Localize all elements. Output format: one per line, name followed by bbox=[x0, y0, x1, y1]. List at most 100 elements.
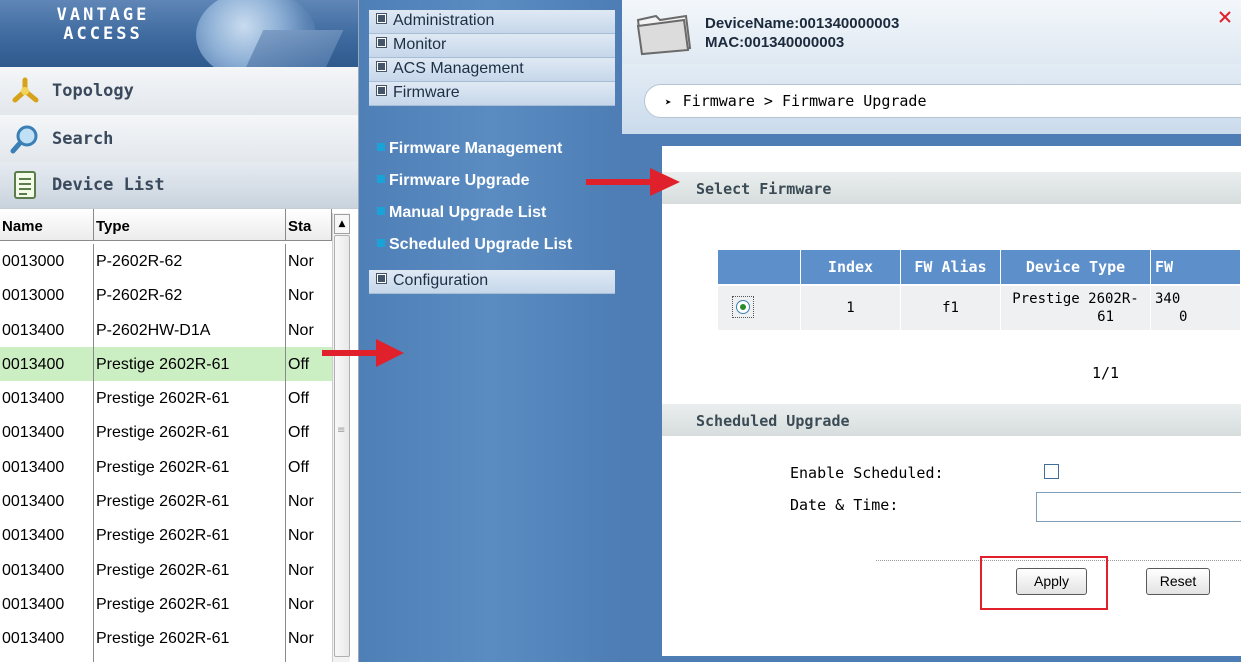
annotation-arrow-icon bbox=[322, 339, 404, 367]
device-name-cell: 0013400 bbox=[0, 449, 94, 485]
bullet-square-icon bbox=[376, 273, 387, 285]
bullet-square-icon bbox=[377, 174, 385, 183]
device-status-cell: Nor bbox=[288, 595, 314, 613]
device-status-cell: Off bbox=[288, 458, 310, 476]
column-header-name[interactable]: Name bbox=[0, 209, 94, 241]
reset-button[interactable]: Reset bbox=[1146, 568, 1210, 595]
topology-icon bbox=[10, 76, 40, 106]
table-row[interactable]: 0013000 P-2602R-62 Nor bbox=[0, 278, 338, 313]
column-header-index[interactable]: Index bbox=[801, 250, 901, 284]
menu-firmware[interactable]: Firmware bbox=[369, 82, 615, 106]
menu-monitor-label: Monitor bbox=[393, 36, 447, 53]
device-name-cell: 0013400 bbox=[0, 621, 94, 656]
scrollbar-thumb[interactable] bbox=[334, 235, 350, 657]
device-type-line-1: Prestige 2602R- bbox=[1012, 291, 1139, 307]
nav-search[interactable]: Search bbox=[0, 115, 358, 164]
date-time-input[interactable] bbox=[1036, 492, 1241, 522]
device-type-cell: P-2602R-62 bbox=[94, 244, 286, 279]
column-header-status[interactable]: Sta bbox=[286, 209, 332, 241]
date-time-label: Date & Time: bbox=[790, 496, 899, 514]
firmware-device-type-cell: Prestige 2602R- 61 bbox=[1001, 286, 1151, 330]
table-row[interactable]: 0013400 Prestige 2602R-61 Off bbox=[0, 381, 338, 416]
bullet-square-icon bbox=[376, 37, 387, 49]
device-name-cell: 0013400 bbox=[0, 655, 94, 662]
enable-scheduled-checkbox[interactable] bbox=[1044, 464, 1059, 479]
annotation-arrow-icon bbox=[586, 168, 680, 196]
bullet-square-icon bbox=[377, 206, 385, 215]
submenu-manual-upgrade-list-label: Manual Upgrade List bbox=[389, 204, 547, 221]
table-row[interactable]: 0013400Prestige 2602R-61Nor bbox=[0, 655, 338, 662]
submenu-firmware-upgrade[interactable]: Firmware Upgrade bbox=[377, 172, 529, 190]
device-name-cell: 0013000 bbox=[0, 244, 94, 279]
bullet-square-icon bbox=[376, 85, 387, 97]
nav-device-list[interactable]: Device List bbox=[0, 162, 358, 209]
device-table: Name Type Sta 0013000 P-2602R-62 Nor 001300… bbox=[0, 209, 350, 662]
device-name-cell: 0013400 bbox=[0, 586, 94, 622]
device-name-cell: 0013400 bbox=[0, 552, 94, 587]
menu-monitor[interactable]: Monitor bbox=[369, 34, 615, 58]
menu-acs-management[interactable]: ACS Management bbox=[369, 58, 615, 82]
firmware-fw-cell: 340 0 bbox=[1151, 286, 1241, 330]
menu-administration-label: Administration bbox=[393, 12, 495, 29]
close-icon[interactable] bbox=[1219, 8, 1231, 23]
nav-topology[interactable]: Topology bbox=[0, 67, 358, 116]
apply-highlight-box bbox=[980, 556, 1108, 610]
breadcrumb: ➤ Firmware > Firmware Upgrade bbox=[644, 84, 1241, 118]
device-header: DeviceName:001340000003 MAC:001340000003 bbox=[622, 0, 1241, 64]
submenu-scheduled-upgrade-list[interactable]: Scheduled Upgrade List bbox=[377, 236, 572, 254]
device-type-line-2: 61 bbox=[1097, 309, 1114, 325]
submenu-manual-upgrade-list[interactable]: Manual Upgrade List bbox=[377, 204, 546, 222]
device-table-scrollbar[interactable]: ▲ ≡ bbox=[332, 213, 350, 662]
device-status-cell: Nor bbox=[288, 561, 314, 579]
device-type-cell: Prestige 2602R-61 bbox=[94, 655, 286, 662]
folder-icon bbox=[634, 10, 694, 56]
column-header-device-type[interactable]: Device Type bbox=[1001, 250, 1151, 284]
table-row[interactable]: 0013400 P-2602HW-D1A Nor bbox=[0, 312, 338, 347]
device-status-cell: Nor bbox=[288, 287, 314, 305]
device-name-cell: 0013400 bbox=[0, 346, 94, 382]
column-header-select bbox=[718, 250, 801, 284]
menu-configuration-label: Configuration bbox=[393, 272, 489, 289]
radio-selected-icon bbox=[736, 300, 750, 314]
device-status-cell: Nor bbox=[288, 630, 314, 648]
menu-acs-management-label: ACS Management bbox=[393, 60, 524, 77]
device-status-cell: Nor bbox=[288, 253, 314, 270]
device-type-cell: Prestige 2602R-61 bbox=[94, 415, 286, 450]
table-row[interactable]: 0013400Prestige 2602R-61Nor bbox=[0, 586, 338, 622]
nav-topology-label: Topology bbox=[52, 81, 134, 101]
device-name-cell: 0013400 bbox=[0, 415, 94, 450]
table-row[interactable]: 0013400Prestige 2602R-61Nor bbox=[0, 552, 338, 587]
menu-administration[interactable]: Administration bbox=[369, 10, 615, 34]
table-row[interactable]: 0013400Prestige 2602R-61Nor bbox=[0, 518, 338, 553]
table-row[interactable]: 0013400 Prestige 2602R-61 Off bbox=[0, 415, 338, 450]
submenu-firmware-management-label: Firmware Management bbox=[389, 140, 563, 157]
menu-configuration[interactable]: Configuration bbox=[369, 270, 615, 294]
bullet-square-icon bbox=[376, 13, 387, 25]
device-name-cell: 0013400 bbox=[0, 484, 94, 519]
table-row[interactable]: 0013400Prestige 2602R-61Nor bbox=[0, 484, 338, 519]
device-status-cell: Nor bbox=[288, 527, 314, 545]
table-row[interactable]: 0013400Prestige 2602R-61Nor bbox=[0, 621, 338, 656]
column-header-fw-alias[interactable]: FW Alias bbox=[901, 250, 1001, 284]
column-header-type[interactable]: Type bbox=[94, 209, 286, 241]
device-status-cell: Nor bbox=[286, 656, 332, 662]
firmware-index-cell: 1 bbox=[801, 286, 901, 330]
device-type-cell: Prestige 2602R-61 bbox=[94, 346, 286, 382]
firmware-upgrade-panel: Select Firmware Index FW Alias Device Ty… bbox=[662, 146, 1241, 656]
table-row[interactable]: 0013400 Prestige 2602R-61 Off bbox=[0, 346, 338, 382]
table-row[interactable]: 0013400 Prestige 2602R-61 Off bbox=[0, 449, 338, 485]
nav-search-label: Search bbox=[52, 129, 114, 149]
column-header-fw[interactable]: FW bbox=[1151, 250, 1241, 284]
table-row[interactable]: 0013000 P-2602R-62 Nor bbox=[0, 244, 338, 279]
firmware-select-radio[interactable] bbox=[732, 296, 754, 318]
scroll-up-arrow-icon[interactable]: ▲ bbox=[334, 214, 350, 234]
right-pane: DeviceName:001340000003 MAC:001340000003… bbox=[622, 0, 1241, 662]
submenu-firmware-management[interactable]: Firmware Management bbox=[377, 140, 562, 158]
bullet-square-icon bbox=[376, 61, 387, 73]
device-type-cell: Prestige 2602R-61 bbox=[94, 381, 286, 416]
bullet-square-icon bbox=[377, 142, 385, 151]
device-mac: MAC:001340000003 bbox=[705, 34, 845, 51]
device-type-cell: P-2602R-62 bbox=[94, 278, 286, 313]
device-type-cell: Prestige 2602R-61 bbox=[94, 552, 286, 587]
menu-firmware-label: Firmware bbox=[393, 84, 460, 101]
